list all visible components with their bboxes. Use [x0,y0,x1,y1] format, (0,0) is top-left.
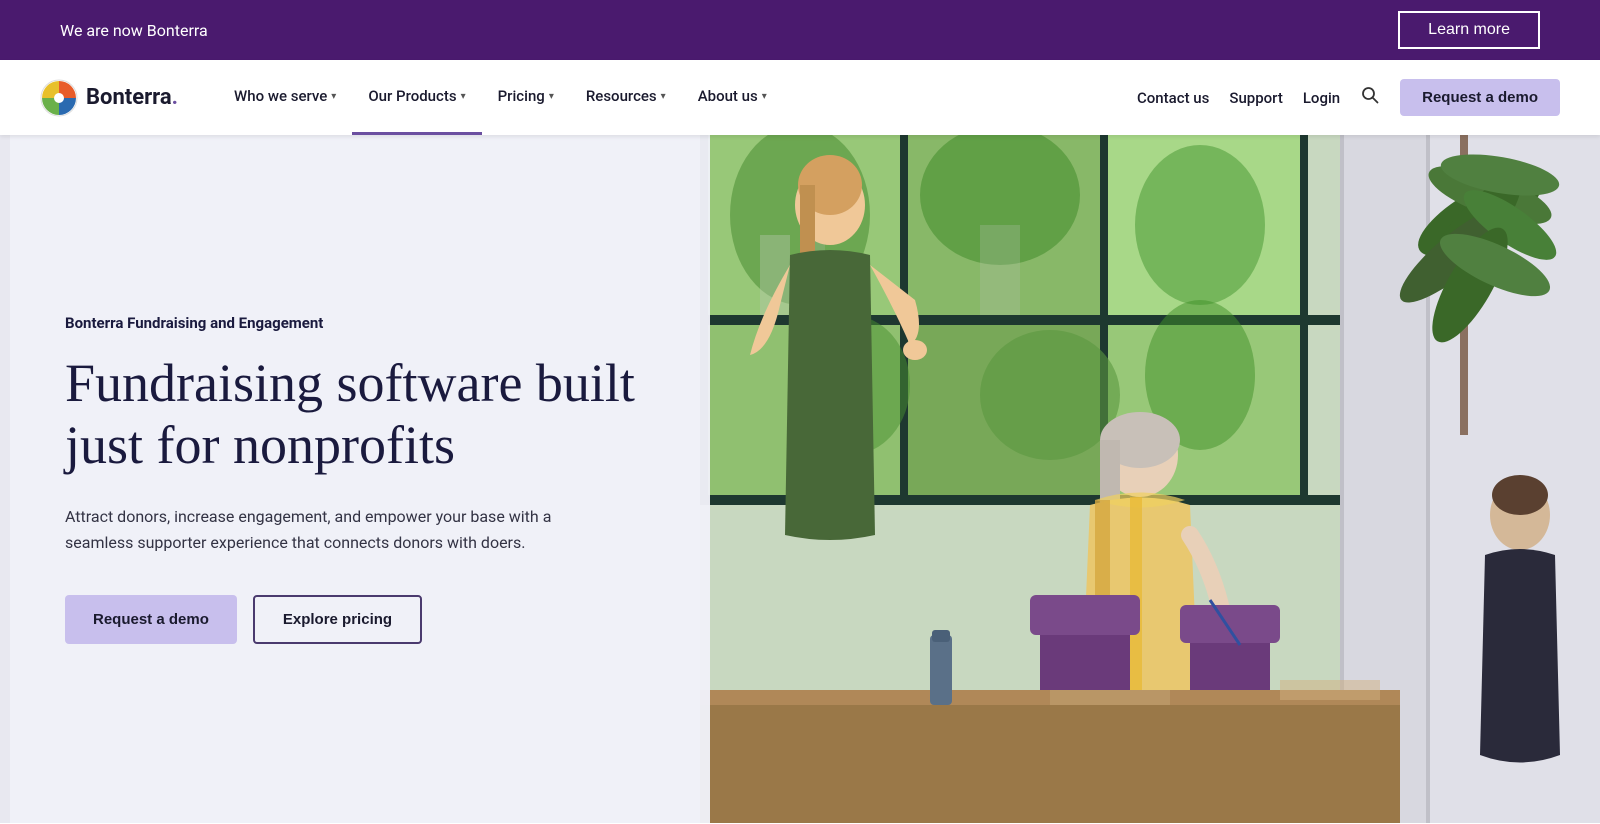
hero-section: Bonterra Fundraising and Engagement Fund… [0,135,1600,823]
top-banner: We are now Bonterra Learn more [0,0,1600,60]
nav-item-pricing[interactable]: Pricing ▾ [482,60,570,135]
chevron-down-icon: ▾ [549,91,554,102]
logo-icon [40,79,78,117]
request-demo-button-nav[interactable]: Request a demo [1400,79,1560,116]
explore-pricing-button[interactable]: Explore pricing [253,595,422,644]
chevron-down-icon: ▾ [331,91,336,102]
chevron-down-icon: ▾ [762,91,767,102]
hero-eyebrow: Bonterra Fundraising and Engagement [65,314,650,332]
nav-item-our-products[interactable]: Our Products ▾ [352,60,481,135]
nav-item-who-we-serve[interactable]: Who we serve ▾ [218,60,352,135]
navbar: Bonterra. Who we serve ▾ Our Products ▾ … [0,60,1600,135]
nav-right: Contact us Support Login Request a demo [1137,79,1560,116]
nav-links: Who we serve ▾ Our Products ▾ Pricing ▾ … [218,60,1137,135]
search-icon[interactable] [1360,85,1380,110]
login-link[interactable]: Login [1303,89,1340,107]
nav-item-about-us[interactable]: About us ▾ [682,60,783,135]
logo-name: Bonterra. [86,85,178,110]
contact-us-link[interactable]: Contact us [1137,89,1209,107]
learn-more-button[interactable]: Learn more [1398,11,1540,49]
request-demo-button-hero[interactable]: Request a demo [65,595,237,644]
hero-content: Bonterra Fundraising and Engagement Fund… [10,135,710,823]
support-link[interactable]: Support [1229,89,1282,107]
chevron-down-icon: ▾ [661,91,666,102]
logo[interactable]: Bonterra. [40,79,178,117]
hero-title: Fundraising software built just for nonp… [65,352,650,476]
hero-description: Attract donors, increase engagement, and… [65,504,585,555]
hero-buttons: Request a demo Explore pricing [65,595,650,644]
banner-text: We are now Bonterra [60,21,208,40]
chevron-down-icon: ▾ [461,91,466,102]
nav-item-resources[interactable]: Resources ▾ [570,60,682,135]
